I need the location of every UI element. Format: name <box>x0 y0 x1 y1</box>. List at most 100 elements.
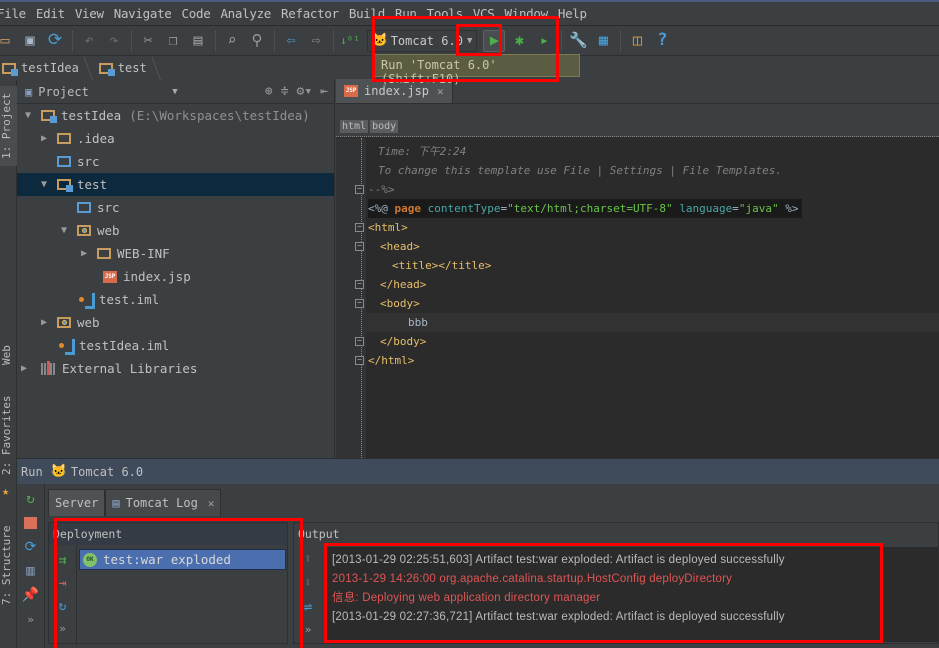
fold-marker-icon[interactable]: − <box>355 223 364 232</box>
save-icon[interactable]: ▣ <box>19 30 41 52</box>
expanded-arrow-icon[interactable]: ▼ <box>37 179 51 190</box>
scroll-down-icon[interactable]: ⬇ <box>304 575 312 591</box>
fold-marker-icon[interactable]: − <box>355 337 364 346</box>
sync-icon[interactable]: ⟳ <box>44 30 66 52</box>
help-icon[interactable]: ? <box>651 30 673 52</box>
replace-icon[interactable]: ⚲ <box>246 30 268 52</box>
deployment-item[interactable]: OK test:war exploded <box>79 549 286 570</box>
tree-item-index-jsp[interactable]: JSP index.jsp <box>17 265 334 288</box>
main-toolbar: ▭ ▣ ⟳ ↶ ↷ ✂ ❐ ▤ ⌕ ⚲ ⇦ ⇨ ↓⁰¹ 🐱 Tomcat 6.0… <box>0 25 939 55</box>
breadcrumb-item-testidea[interactable]: testIdea <box>0 61 89 76</box>
layout-icon[interactable]: ▥ <box>22 562 40 580</box>
coverage-icon[interactable]: ▸ <box>533 30 555 52</box>
redeploy-icon[interactable]: ↻ <box>59 599 67 614</box>
tree-item-src[interactable]: src <box>17 150 334 173</box>
tool-tab-favorites[interactable]: 2: Favorites <box>0 395 17 475</box>
code-area[interactable]: Time: 下午2:24 To change this template use… <box>355 142 939 370</box>
run-configuration-dropdown[interactable]: 🐱 Tomcat 6.0 ▼ <box>366 29 478 52</box>
menu-run[interactable]: Run <box>395 6 417 21</box>
run-tab-server[interactable]: Server <box>48 489 106 516</box>
tool-tab-project[interactable]: 1: Project <box>0 86 17 166</box>
menu-vcs[interactable]: VCS <box>473 6 495 21</box>
breadcrumb-item-test[interactable]: test <box>97 61 157 76</box>
pin-icon[interactable]: 📌 <box>22 586 40 604</box>
collapsed-arrow-icon[interactable]: ▶ <box>77 248 91 259</box>
menu-refactor[interactable]: Refactor <box>281 6 339 21</box>
menu-tools[interactable]: Tools <box>427 6 463 21</box>
menu-analyze[interactable]: Analyze <box>220 6 271 21</box>
menu-bar: File Edit View Navigate Code Analyze Ref… <box>0 0 939 25</box>
tree-item-test-src[interactable]: src <box>17 196 334 219</box>
undeploy-icon[interactable]: ⇥ <box>59 576 67 591</box>
stop-icon[interactable] <box>22 514 40 532</box>
tree-item-path: (E:\Workspaces\testIdea) <box>129 108 310 123</box>
soft-wrap-icon[interactable]: ⇌ <box>304 599 312 615</box>
fold-marker-icon[interactable]: − <box>355 185 364 194</box>
scroll-from-source-icon[interactable]: ⊕ <box>265 84 273 99</box>
chevron-down-icon[interactable]: ▼ <box>172 87 177 97</box>
hide-panel-icon[interactable]: ⇤ <box>320 84 328 99</box>
console-output[interactable]: [2013-01-29 02:25:51,603] Artifact test:… <box>326 547 938 642</box>
tree-item-test[interactable]: ▼ test <box>17 173 334 196</box>
close-icon[interactable]: ✕ <box>437 85 444 98</box>
menu-code[interactable]: Code <box>182 6 211 21</box>
menu-edit[interactable]: Edit <box>36 6 65 21</box>
tree-item-web[interactable]: ▶ web <box>17 311 334 334</box>
tree-item-external-libraries[interactable]: ▶ External Libraries <box>17 357 334 380</box>
run-tab-tomcat-log[interactable]: ▤ Tomcat Log ✕ <box>105 489 222 516</box>
iml-file-icon <box>79 293 95 309</box>
run-button[interactable]: ▶ <box>483 29 506 52</box>
gear-icon[interactable]: ⚙▾ <box>297 84 313 99</box>
open-folder-icon[interactable]: ▭ <box>0 30 16 52</box>
menu-build[interactable]: Build <box>349 6 385 21</box>
menu-window[interactable]: Window <box>505 6 549 21</box>
fold-marker-icon[interactable]: − <box>355 280 364 289</box>
tree-item-test-web[interactable]: ▼ web <box>17 219 334 242</box>
back-icon[interactable]: ⇦ <box>280 30 302 52</box>
copy-icon[interactable]: ❐ <box>162 30 184 52</box>
fold-marker-icon[interactable]: − <box>355 299 364 308</box>
tree-item-idea[interactable]: ▶ .idea <box>17 127 334 150</box>
tree-item-testidea[interactable]: ▼ testIdea (E:\Workspaces\testIdea) <box>17 104 334 127</box>
scroll-up-icon[interactable]: ⬆ <box>304 551 312 567</box>
tool-tab-web[interactable]: Web <box>0 335 17 375</box>
tag-crumb-body[interactable]: body <box>370 120 399 133</box>
tree-item-test-iml[interactable]: test.iml <box>17 288 334 311</box>
forward-icon[interactable]: ⇨ <box>305 30 327 52</box>
more-icon[interactable]: » <box>59 622 66 635</box>
project-structure-icon[interactable]: ▦ <box>592 30 614 52</box>
paste-icon[interactable]: ▤ <box>187 30 209 52</box>
collapsed-arrow-icon[interactable]: ▶ <box>37 317 51 328</box>
expanded-arrow-icon[interactable]: ▼ <box>21 110 35 121</box>
update-icon[interactable]: ⟳ <box>22 538 40 556</box>
fold-marker-icon[interactable]: − <box>355 356 364 365</box>
settings-wrench-icon[interactable]: 🔧 <box>567 30 589 52</box>
jsp-editor-icon[interactable]: ◫ <box>626 30 648 52</box>
menu-navigate[interactable]: Navigate <box>114 6 172 21</box>
cut-icon[interactable]: ✂ <box>137 30 159 52</box>
redo-icon[interactable]: ↷ <box>103 30 125 52</box>
menu-file[interactable]: File <box>0 6 26 21</box>
undo-icon[interactable]: ↶ <box>78 30 100 52</box>
more-icon[interactable]: » <box>305 623 312 636</box>
collapse-all-icon[interactable]: ≑ <box>281 84 289 99</box>
project-view-selector[interactable]: Project <box>38 85 168 99</box>
debug-icon[interactable]: ✱ <box>508 30 530 52</box>
rerun-icon[interactable]: ↻ <box>22 490 40 508</box>
tool-tab-structure[interactable]: 7: Structure <box>0 520 17 610</box>
tree-item-label: src <box>77 154 100 169</box>
collapsed-arrow-icon[interactable]: ▶ <box>37 133 51 144</box>
menu-view[interactable]: View <box>75 6 104 21</box>
expanded-arrow-icon[interactable]: ▼ <box>57 225 71 236</box>
menu-help[interactable]: Help <box>558 6 587 21</box>
collapsed-arrow-icon[interactable]: ▶ <box>17 363 31 374</box>
close-icon[interactable]: ✕ <box>208 497 215 510</box>
tag-crumb-html[interactable]: html <box>340 120 369 133</box>
tree-item-web-inf[interactable]: ▶ WEB-INF <box>17 242 334 265</box>
tree-item-testidea-iml[interactable]: testIdea.iml <box>17 334 334 357</box>
make-icon[interactable]: ↓⁰¹ <box>339 30 361 52</box>
more-icon[interactable]: » <box>22 610 40 628</box>
find-icon[interactable]: ⌕ <box>221 30 243 52</box>
deploy-icon[interactable]: ⇉ <box>59 553 67 568</box>
fold-marker-icon[interactable]: − <box>355 242 364 251</box>
